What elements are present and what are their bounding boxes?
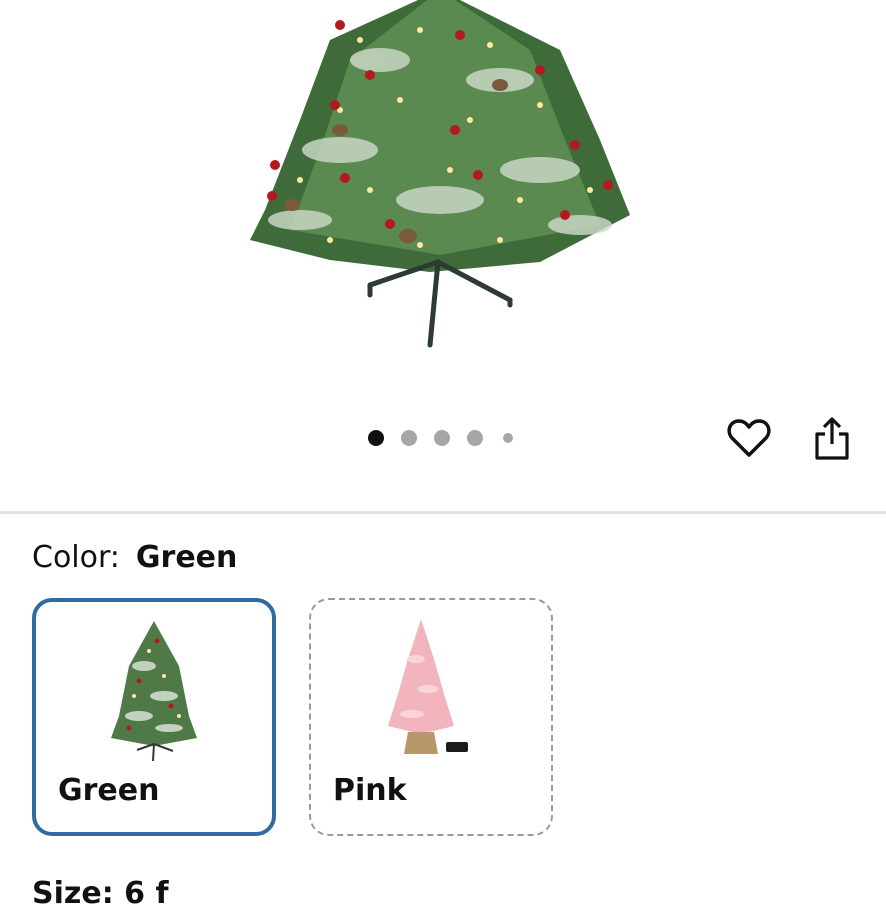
carousel-dot-4[interactable] (467, 430, 483, 446)
color-option-pink[interactable]: Pink (309, 598, 553, 836)
heart-icon (727, 419, 771, 457)
carousel-dot-1[interactable] (368, 430, 384, 446)
image-carousel-indicator[interactable] (368, 430, 513, 446)
share-button[interactable] (808, 414, 856, 462)
section-divider (0, 511, 886, 514)
carousel-dot-2[interactable] (401, 430, 417, 446)
green-tree-thumbnail (111, 621, 197, 762)
color-option-green[interactable]: Green (32, 598, 276, 836)
carousel-dot-3[interactable] (434, 430, 450, 446)
favorite-button[interactable] (725, 414, 773, 462)
color-option-label: Green (58, 773, 160, 808)
size-section-title: Size: 6 f (32, 876, 169, 911)
color-label: Color: (32, 540, 120, 575)
color-option-label: Pink (333, 773, 407, 808)
pink-tree-thumbnail (388, 619, 468, 754)
color-selector-header: Color: Green (32, 540, 237, 575)
product-image[interactable] (0, 0, 886, 400)
carousel-dot-5[interactable] (503, 433, 513, 443)
share-icon (815, 417, 849, 460)
selected-color-value: Green (135, 540, 238, 575)
